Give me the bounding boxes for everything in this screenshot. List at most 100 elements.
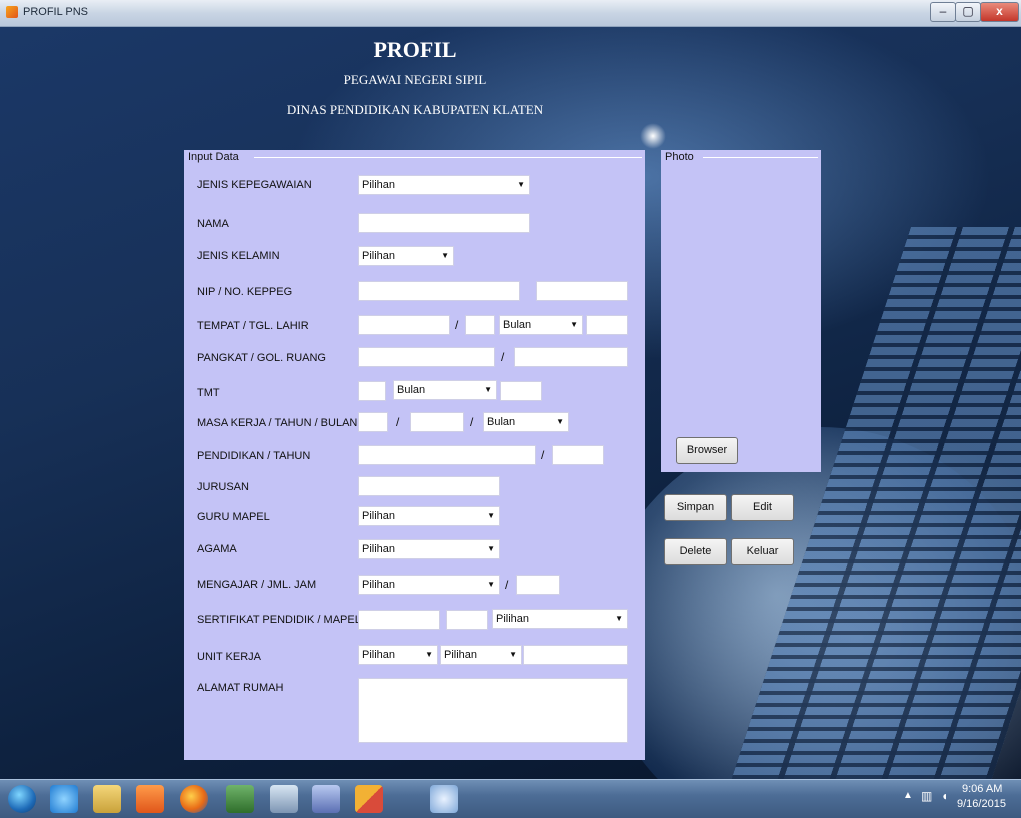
tempat-lahir-input[interactable] [358,315,450,335]
separator: / [396,415,400,429]
file-explorer-icon[interactable] [93,785,121,813]
bulan-lahir-select[interactable]: Bulan ▼ [499,315,583,335]
separator: / [541,448,545,462]
close-button[interactable]: x [980,2,1019,22]
input-data-legend: Input Data [188,151,241,163]
groupbox-border [254,157,642,158]
separator: / [501,350,505,364]
unit-kerja-select-1[interactable]: Pilihan ▼ [358,645,438,665]
tmt-tahun-input[interactable] [500,381,542,401]
paint-icon[interactable] [430,785,458,813]
nip-input[interactable] [358,281,520,301]
light-glow-graphic [640,123,666,149]
separator: / [470,415,474,429]
masa-kerja-bulan-value: Bulan [487,416,516,428]
keluar-button[interactable]: Keluar [731,538,794,565]
mengajar-select[interactable]: Pilihan ▼ [358,575,500,595]
window-app-icon[interactable] [270,785,298,813]
maximize-button[interactable]: ▢ [955,2,981,22]
separator: / [505,578,509,592]
jenis-kepegawaian-select[interactable]: Pilihan ▼ [358,175,530,195]
unit-kerja-input[interactable] [523,645,628,665]
edit-button[interactable]: Edit [731,494,794,521]
agama-select[interactable]: Pilihan ▼ [358,539,500,559]
masa-kerja-input[interactable] [358,412,388,432]
label-tempat-tgl-lahir: TEMPAT / TGL. LAHIR [197,320,309,332]
tmt-bulan-select[interactable]: Bulan ▼ [393,380,497,400]
visual-studio-icon[interactable] [312,785,340,813]
label-sertifikat: SERTIFIKAT PENDIDIK / MAPEL [197,614,361,626]
masa-kerja-bulan-select[interactable]: Bulan ▼ [483,412,569,432]
no-keppeg-input[interactable] [536,281,628,301]
dreamweaver-icon[interactable] [226,785,254,813]
unit-kerja-value-2: Pilihan [444,649,478,661]
chevron-down-icon: ▼ [615,614,623,623]
label-pangkat: PANGKAT / GOL. RUANG [197,352,326,364]
media-player-icon[interactable] [136,785,164,813]
chevron-down-icon: ▼ [487,511,495,520]
speaker-icon[interactable]: ◖ [941,789,948,803]
chevron-down-icon: ▼ [487,580,495,589]
clock-time[interactable]: 9:06 AM [962,783,1002,795]
label-masa-kerja: MASA KERJA / TAHUN / BULAN [197,417,358,429]
jml-jam-input[interactable] [516,575,560,595]
start-button-icon[interactable] [8,785,36,813]
firefox-icon[interactable] [180,785,208,813]
page-subtitle-1: PEGAWAI NEGERI SIPIL [343,72,487,87]
input-data-groupbox: Input Data JENIS KEPEGAWAIAN NAMA JENIS … [184,150,645,760]
jurusan-input[interactable] [358,476,500,496]
browse-button[interactable]: Browser [676,437,738,464]
minimize-button[interactable]: – [930,2,956,22]
guru-mapel-value: Pilihan [362,510,396,522]
pendidikan-tahun-input[interactable] [552,445,604,465]
label-jenis-kepegawaian: JENIS KEPEGAWAIAN [197,179,312,191]
chevron-down-icon: ▼ [441,251,449,260]
sertifikat-tahun-input[interactable] [446,610,488,630]
chevron-down-icon: ▼ [517,180,525,189]
chevron-down-icon: ▼ [509,650,517,659]
network-icon[interactable]: ▥ [921,789,932,803]
clock-date[interactable]: 9/16/2015 [957,798,1006,810]
label-pendidikan: PENDIDIKAN / TAHUN [197,450,311,462]
chevron-down-icon: ▼ [484,385,492,394]
sertifikat-mapel-select[interactable]: Pilihan ▼ [492,609,628,629]
mengajar-value: Pilihan [362,579,396,591]
masa-kerja-tahun-input[interactable] [410,412,464,432]
label-tmt: TMT [197,387,220,399]
app-icon [6,6,18,18]
sertifikat-mapel-value: Pilihan [496,613,530,625]
jenis-kelamin-select[interactable]: Pilihan ▼ [358,246,454,266]
pangkat-input[interactable] [358,347,495,367]
guru-mapel-select[interactable]: Pilihan ▼ [358,506,500,526]
tmt-tanggal-input[interactable] [358,381,386,401]
sertifikat-input[interactable] [358,610,440,630]
simpan-button[interactable]: Simpan [664,494,727,521]
label-guru-mapel: GURU MAPEL [197,511,270,523]
chevron-down-icon: ▼ [570,320,578,329]
tray-expand-icon[interactable]: ▲ [903,790,913,801]
gol-ruang-input[interactable] [514,347,628,367]
page-title: PROFIL [373,37,457,62]
tgl-lahir-input[interactable] [465,315,495,335]
pendidikan-input[interactable] [358,445,536,465]
label-jurusan: JURUSAN [197,481,249,493]
label-nip: NIP / NO. KEPPEG [197,286,293,298]
jenis-kelamin-value: Pilihan [362,250,396,262]
label-agama: AGAMA [197,543,237,555]
internet-explorer-icon[interactable] [50,785,78,813]
delete-button[interactable]: Delete [664,538,727,565]
jenis-kepegawaian-value: Pilihan [362,179,396,191]
office-app-icon[interactable] [355,785,383,813]
chevron-down-icon: ▼ [487,544,495,553]
nama-input[interactable] [358,213,530,233]
taskbar: ▲ ▥ ◖ 9:06 AM 9/16/2015 [0,779,1021,818]
bulan-lahir-value: Bulan [503,319,532,331]
page-subtitle-2: DINAS PENDIDIKAN KABUPATEN KLATEN [286,102,544,117]
photo-groupbox: Photo Browser [661,150,821,472]
unit-kerja-select-2[interactable]: Pilihan ▼ [440,645,522,665]
tmt-bulan-value: Bulan [397,384,426,396]
tahun-lahir-input[interactable] [586,315,628,335]
agama-value: Pilihan [362,543,396,555]
alamat-textarea[interactable] [358,678,628,743]
label-mengajar: MENGAJAR / JML. JAM [197,579,317,591]
